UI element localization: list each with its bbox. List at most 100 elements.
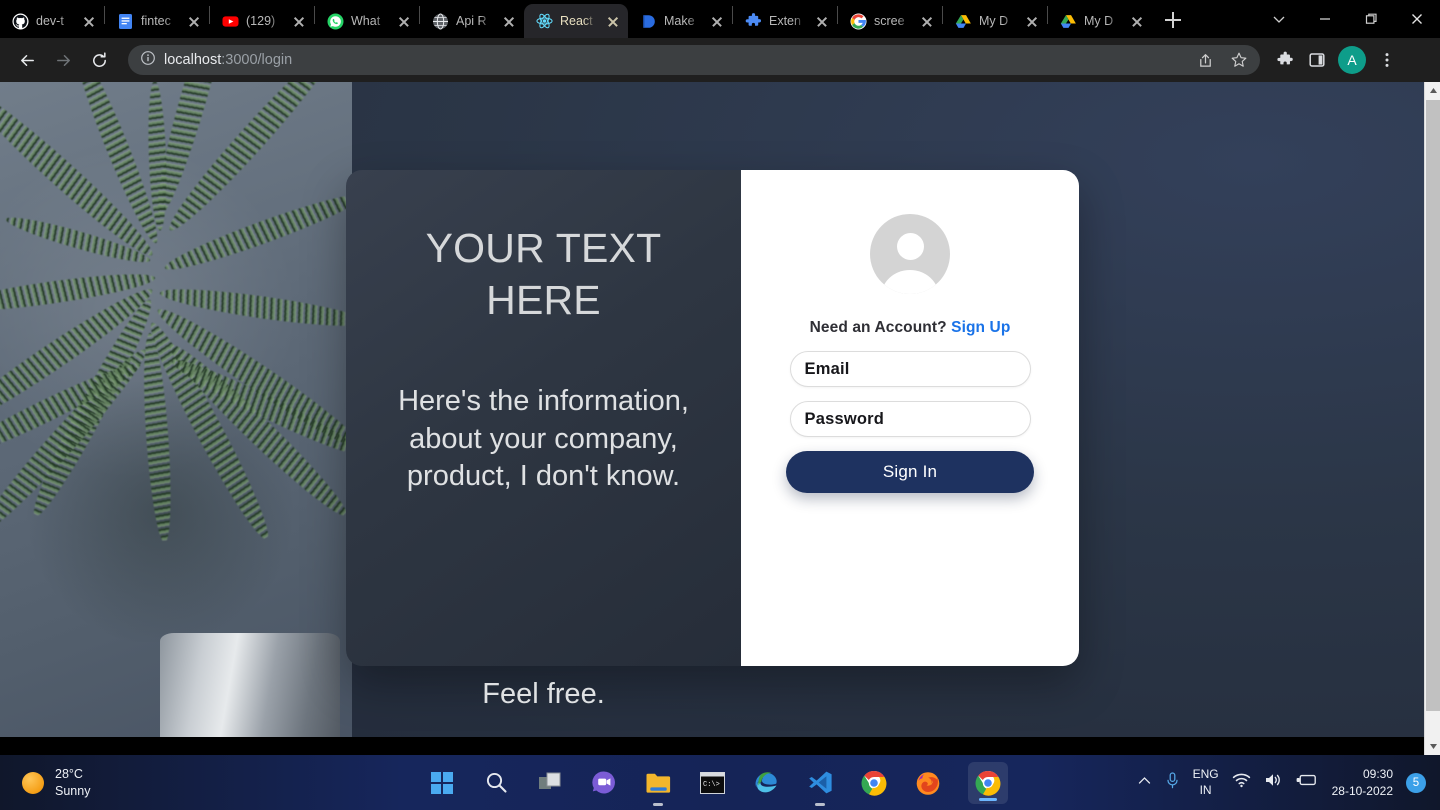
weather-text: 28°C Sunny bbox=[55, 766, 90, 800]
new-tab-button[interactable] bbox=[1158, 5, 1188, 35]
close-button[interactable] bbox=[1394, 2, 1440, 36]
user-avatar-placeholder-icon bbox=[870, 214, 950, 294]
browser-toolbar: localhost:3000/login A bbox=[0, 38, 1440, 82]
chrome-menu-icon[interactable] bbox=[1372, 45, 1402, 75]
browser-tab[interactable]: (129) bbox=[210, 4, 314, 38]
browser-tab-active[interactable]: React bbox=[524, 4, 628, 38]
vscode-icon[interactable] bbox=[806, 769, 834, 806]
bookmark-star-icon[interactable] bbox=[1224, 45, 1254, 75]
language-secondary: IN bbox=[1199, 782, 1212, 797]
tab-close-icon[interactable] bbox=[1023, 12, 1041, 30]
clock-date: 28-10-2022 bbox=[1331, 783, 1393, 798]
tab-close-icon[interactable] bbox=[918, 12, 936, 30]
url-text: localhost:3000/login bbox=[164, 52, 1182, 68]
taskbar-app-icons: C:\> bbox=[300, 761, 1137, 806]
login-form-panel: Need an Account? Sign Up Email Password … bbox=[741, 170, 1079, 666]
tab-close-icon[interactable] bbox=[813, 12, 831, 30]
scroll-down-arrow-icon[interactable] bbox=[1425, 738, 1440, 755]
folder-icon[interactable] bbox=[644, 769, 672, 806]
tab-close-icon[interactable] bbox=[1128, 12, 1146, 30]
start-button[interactable] bbox=[428, 769, 456, 797]
extensions-icon[interactable] bbox=[1270, 45, 1300, 75]
notification-badge[interactable]: 5 bbox=[1406, 772, 1426, 793]
sun-icon bbox=[22, 771, 44, 794]
browser-tab[interactable]: fintec bbox=[105, 4, 209, 38]
search-icon[interactable] bbox=[482, 769, 510, 797]
terminal-icon[interactable]: C:\> bbox=[698, 769, 726, 797]
firefox-icon[interactable] bbox=[914, 769, 942, 797]
browser-tab[interactable]: What bbox=[315, 4, 419, 38]
reload-button[interactable] bbox=[82, 43, 116, 77]
maximize-button[interactable] bbox=[1348, 2, 1394, 36]
weather-temperature: 28°C bbox=[55, 766, 83, 781]
tab-close-icon[interactable] bbox=[604, 12, 622, 30]
edge-icon[interactable] bbox=[752, 769, 780, 797]
tab-title: What bbox=[351, 14, 381, 28]
tab-close-icon[interactable] bbox=[708, 12, 726, 30]
need-account-label: Need an Account? bbox=[809, 319, 947, 336]
back-button[interactable] bbox=[10, 43, 44, 77]
site-info-icon[interactable] bbox=[140, 50, 156, 71]
minimize-button[interactable] bbox=[1302, 2, 1348, 36]
tab-search-chevron-icon[interactable] bbox=[1256, 2, 1302, 36]
google-drive-icon bbox=[1060, 13, 1077, 30]
chrome-active-icon[interactable] bbox=[968, 761, 1009, 804]
profile-avatar[interactable]: A bbox=[1338, 46, 1366, 74]
tab-close-icon[interactable] bbox=[80, 12, 98, 30]
google-docs-icon bbox=[117, 13, 134, 30]
chat-icon[interactable] bbox=[590, 769, 618, 797]
vertical-scrollbar[interactable] bbox=[1424, 82, 1440, 755]
taskbar-clock[interactable]: 09:30 28-10-2022 bbox=[1332, 766, 1393, 798]
tab-title: fintec bbox=[141, 14, 171, 28]
browser-chrome: dev-t fintec (129) What Api R React Make Exten s… bbox=[0, 0, 1440, 82]
email-field[interactable]: Email bbox=[789, 351, 1031, 387]
tab-strip: dev-t fintec (129) What Api R React Make Exten s… bbox=[0, 0, 1440, 38]
info-panel: YOUR TEXT HERE Here's the information, a… bbox=[346, 170, 741, 666]
battery-charging-icon[interactable] bbox=[1296, 773, 1319, 792]
react-icon bbox=[536, 13, 553, 30]
decorative-plant-photo bbox=[0, 82, 352, 737]
vertical-scrollbar-thumb[interactable] bbox=[1426, 100, 1440, 711]
scroll-up-arrow-icon[interactable] bbox=[1425, 82, 1440, 99]
volume-icon[interactable] bbox=[1264, 772, 1283, 793]
page-viewport: YOUR TEXT HERE Here's the information, a… bbox=[0, 82, 1440, 755]
github-icon bbox=[12, 13, 29, 30]
url-host: localhost bbox=[164, 52, 222, 68]
browser-tab[interactable]: My D bbox=[1048, 4, 1152, 38]
forward-button[interactable] bbox=[46, 43, 80, 77]
globe-icon bbox=[432, 13, 449, 30]
tab-close-icon[interactable] bbox=[395, 12, 413, 30]
browser-tab[interactable]: scree bbox=[838, 4, 942, 38]
browser-tab[interactable]: Make bbox=[628, 4, 732, 38]
google-drive-icon bbox=[955, 13, 972, 30]
browser-tab[interactable]: dev-t bbox=[0, 4, 104, 38]
browser-tab[interactable]: Api R bbox=[420, 4, 524, 38]
share-icon[interactable] bbox=[1190, 45, 1220, 75]
omnibox-actions bbox=[1190, 45, 1254, 75]
login-page: YOUR TEXT HERE Here's the information, a… bbox=[0, 82, 1425, 737]
sign-in-button[interactable]: Sign In bbox=[786, 451, 1034, 493]
whatsapp-icon bbox=[327, 13, 344, 30]
browser-tab[interactable]: My D bbox=[943, 4, 1047, 38]
address-bar[interactable]: localhost:3000/login bbox=[128, 45, 1260, 75]
tab-close-icon[interactable] bbox=[185, 12, 203, 30]
microphone-icon[interactable] bbox=[1165, 771, 1180, 794]
sign-up-link[interactable]: Sign Up bbox=[951, 319, 1010, 336]
language-indicator[interactable]: ENG IN bbox=[1193, 767, 1219, 798]
tab-title: Make bbox=[664, 14, 695, 28]
page-footer-text: Feel free. bbox=[482, 678, 605, 710]
tab-title: Api R bbox=[456, 14, 487, 28]
make-icon bbox=[640, 13, 657, 30]
tab-close-icon[interactable] bbox=[500, 12, 518, 30]
show-hidden-icons-chevron-icon[interactable] bbox=[1137, 774, 1152, 792]
tab-close-icon[interactable] bbox=[290, 12, 308, 30]
task-view-icon[interactable] bbox=[536, 769, 564, 797]
wifi-icon[interactable] bbox=[1232, 772, 1251, 793]
side-panel-icon[interactable] bbox=[1302, 45, 1332, 75]
page-heading: YOUR TEXT HERE bbox=[425, 225, 662, 324]
chrome-icon[interactable] bbox=[860, 769, 888, 797]
browser-tab[interactable]: Exten bbox=[733, 4, 837, 38]
extension-icon bbox=[745, 12, 762, 30]
password-field[interactable]: Password bbox=[789, 401, 1031, 437]
taskbar-weather-widget[interactable]: 28°C Sunny bbox=[0, 766, 300, 800]
